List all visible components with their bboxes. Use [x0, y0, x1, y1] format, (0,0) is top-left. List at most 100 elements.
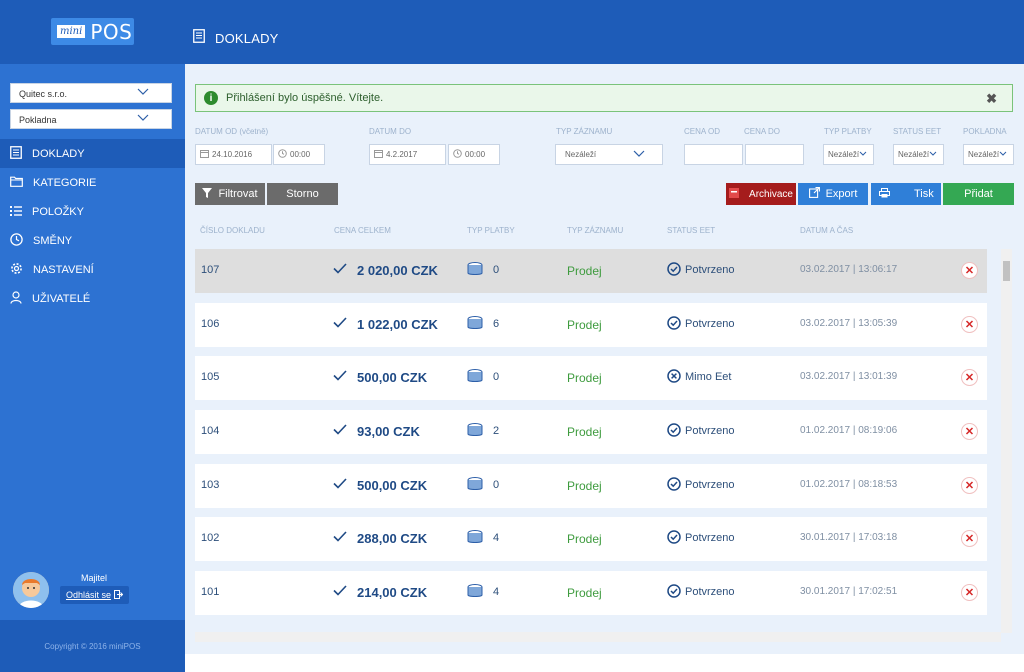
table-row[interactable]: 106 1 022,00 CZK 6 Prodej Potvrzeno 03.0…: [195, 303, 987, 347]
record-type: Prodej: [567, 532, 602, 546]
external-link-icon: [808, 187, 826, 201]
document-number: 104: [201, 425, 220, 437]
time-to-input[interactable]: 00:00: [448, 144, 500, 165]
register-filter-select[interactable]: Nezáleží: [963, 144, 1014, 165]
page-header: DOKLADY: [193, 29, 279, 48]
table-row[interactable]: 103 500,00 CZK 0 Prodej Potvrzeno 01.02.…: [195, 464, 987, 508]
scrollbar-thumb[interactable]: [1003, 261, 1010, 281]
eet-status-select[interactable]: Nezáleží: [893, 144, 944, 165]
sidebar-item-label: UŽIVATELÉ: [32, 292, 91, 305]
add-button[interactable]: Přidat: [943, 183, 1014, 205]
check-circle-icon: [667, 477, 681, 496]
check-circle-icon: [667, 423, 681, 442]
archive-button[interactable]: Archivace: [726, 183, 796, 205]
check-icon: [333, 476, 347, 494]
print-button-label: Tisk: [914, 188, 934, 200]
document-number: 103: [201, 479, 220, 491]
date-from-label: DATUM OD (včetně): [195, 127, 269, 136]
company-select[interactable]: Quitec s.r.o.: [10, 83, 172, 103]
register-filter-label: POKLADNA: [963, 127, 1007, 136]
date-time: 03.02.2017 | 13:05:39: [800, 318, 898, 329]
table-header[interactable]: CENA CELKEM: [334, 226, 391, 235]
delete-icon[interactable]: ✕: [961, 423, 978, 440]
cancel-button[interactable]: Storno: [267, 183, 338, 205]
register-select[interactable]: Pokladna: [10, 109, 172, 129]
date-from-input[interactable]: 24.10.2016: [195, 144, 272, 165]
sidebar-item-polozky[interactable]: POLOŽKY: [0, 197, 185, 226]
delete-icon[interactable]: ✕: [961, 584, 978, 601]
close-icon[interactable]: ✖: [986, 91, 997, 107]
table-header[interactable]: STATUS EET: [667, 226, 715, 235]
sidebar-item-smeny[interactable]: SMĚNY: [0, 226, 185, 255]
date-to-label: DATUM DO: [369, 127, 412, 136]
total-price: 2 020,00 CZK: [357, 263, 438, 278]
time-to-value: 00:00: [465, 150, 486, 159]
table-row[interactable]: 102 288,00 CZK 4 Prodej Potvrzeno 30.01.…: [195, 517, 987, 561]
price-from-input[interactable]: [684, 144, 743, 165]
coins-icon: [467, 584, 483, 603]
list-icon: [10, 205, 32, 219]
export-button[interactable]: Export: [798, 183, 868, 205]
payment-type: 0: [493, 264, 500, 276]
vertical-scrollbar[interactable]: [1001, 249, 1012, 633]
delete-icon[interactable]: ✕: [961, 369, 978, 386]
table-header[interactable]: DATUM A ČAS: [800, 226, 853, 235]
table-header[interactable]: ČÍSLO DOKLADU: [200, 226, 265, 235]
export-button-label: Export: [825, 188, 858, 200]
page-title: DOKLADY: [215, 31, 279, 46]
horizontal-scrollbar[interactable]: [195, 632, 1001, 642]
table-row[interactable]: 107 2 020,00 CZK 0 Prodej Potvrzeno 03.0…: [195, 249, 987, 293]
info-icon: i: [204, 91, 218, 105]
delete-icon[interactable]: ✕: [961, 530, 978, 547]
sidebar-item-doklady[interactable]: DOKLADY: [0, 139, 185, 168]
check-icon: [333, 261, 347, 279]
total-price: 93,00 CZK: [357, 424, 420, 439]
sidebar-item-label: DOKLADY: [32, 147, 85, 160]
logout-button[interactable]: Odhlásit se: [60, 586, 129, 604]
sidebar-item-label: SMĚNY: [33, 234, 73, 247]
table-row[interactable]: 101 214,00 CZK 4 Prodej Potvrzeno 30.01.…: [195, 571, 987, 615]
eet-status: Potvrzeno: [685, 264, 735, 276]
sidebar-item-nastaveni[interactable]: NASTAVENÍ: [0, 255, 185, 284]
chevron-down-icon: [633, 150, 648, 160]
filter-button[interactable]: Filtrovat: [195, 183, 265, 205]
price-from-label: CENA OD: [684, 127, 721, 136]
user-role: Majitel: [81, 573, 108, 583]
time-from-input[interactable]: 00:00: [273, 144, 325, 165]
success-alert: i Přihlášení bylo úspěšné. Vítejte. ✖: [195, 84, 1013, 112]
document-number: 101: [201, 586, 220, 598]
payment-type-value: Nezáleží: [828, 150, 860, 159]
chevron-down-icon: [999, 150, 1010, 159]
table-header[interactable]: TYP PLATBY: [467, 226, 515, 235]
sidebar-item-kategorie[interactable]: KATEGORIE: [0, 168, 185, 197]
check-icon: [333, 368, 347, 386]
minipos-logo[interactable]: mini POS: [51, 18, 134, 45]
sidebar-item-uzivatele[interactable]: UŽIVATELÉ: [0, 284, 185, 313]
register-filter-value: Nezáleží: [968, 150, 1000, 159]
payment-type: 0: [493, 371, 500, 383]
document-number: 102: [201, 532, 220, 544]
delete-icon[interactable]: ✕: [961, 262, 978, 279]
table-row[interactable]: 104 93,00 CZK 2 Prodej Potvrzeno 01.02.2…: [195, 410, 987, 454]
eet-status: Potvrzeno: [685, 532, 735, 544]
print-button[interactable]: Tisk: [871, 183, 941, 205]
sidebar-item-label: POLOŽKY: [32, 205, 84, 218]
table-row[interactable]: 105 500,00 CZK 0 Prodej Mimo Eet 03.02.2…: [195, 356, 987, 400]
sidebar-item-label: NASTAVENÍ: [33, 263, 94, 276]
delete-icon[interactable]: ✕: [961, 477, 978, 494]
archive-button-label: Archivace: [749, 188, 793, 200]
check-icon: [333, 583, 347, 601]
payment-type-select[interactable]: Nezáleží: [823, 144, 874, 165]
folder-icon: [10, 176, 33, 190]
check-icon: [333, 529, 347, 547]
register-select-value: Pokladna: [19, 115, 57, 125]
clock-icon: [10, 232, 33, 249]
record-type-select[interactable]: Nezáleží: [555, 144, 663, 165]
document-number: 105: [201, 371, 220, 383]
table-header[interactable]: TYP ZÁZNAMU: [567, 226, 623, 235]
payment-type: 2: [493, 425, 500, 437]
delete-icon[interactable]: ✕: [961, 316, 978, 333]
price-to-input[interactable]: [745, 144, 804, 165]
date-to-input[interactable]: 4.2.2017: [369, 144, 446, 165]
logout-label: Odhlásit se: [65, 590, 112, 600]
